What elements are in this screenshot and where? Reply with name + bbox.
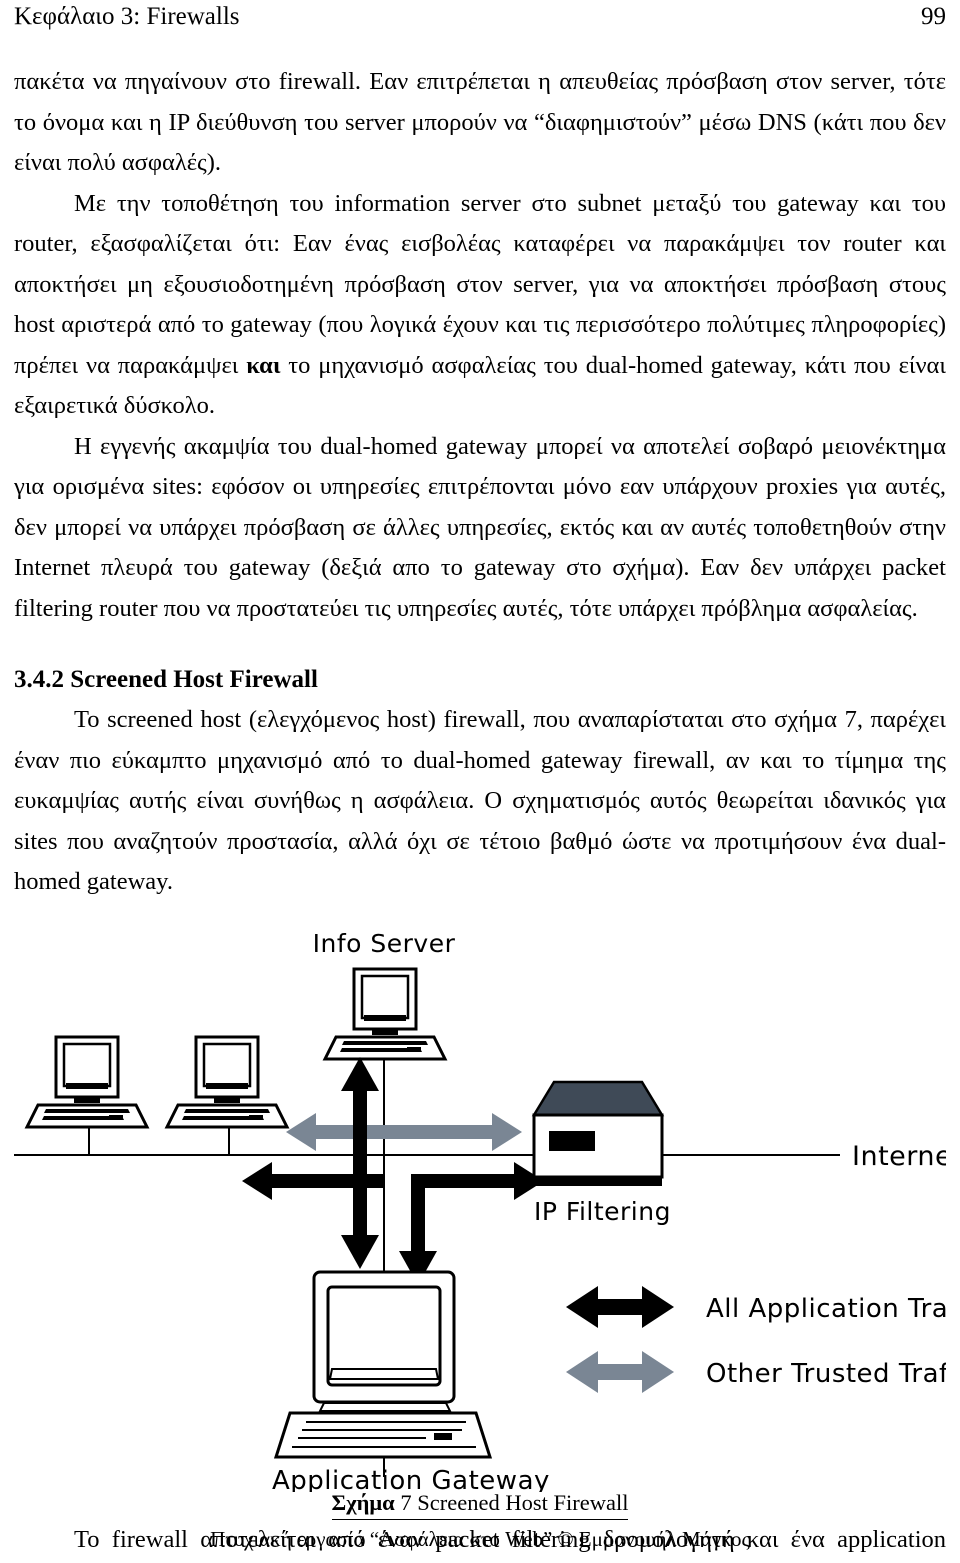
document-body: πακέτα να πηγαίνουν στο firewall. Εαν επ… [14, 62, 946, 1563]
footer-text: Πτυχιακή εργασία “Ασφάλεια στο Web” © Εμ… [210, 1527, 750, 1551]
gray-trusted-traffic-arrow [286, 1112, 522, 1151]
page-footer: Πτυχιακή εργασία “Ασφάλεια στο Web” © Εμ… [0, 1525, 960, 1553]
router-icon [531, 1080, 665, 1186]
workstation-icon-1 [24, 1035, 150, 1155]
paragraph-2-emphasis: και [246, 351, 281, 379]
figure-screened-host-firewall: Info Server IP Filtering Interne Applica… [14, 917, 946, 1492]
paragraph-3: Η εγγενής ακαμψία του dual-homed gateway… [14, 432, 946, 622]
black-elbow-arrow-to-router [399, 1161, 544, 1285]
paragraph-2-part1: Με την τοποθέτηση του information server… [14, 189, 946, 379]
info-server-label: Info Server [313, 929, 456, 958]
paragraph-4: Το screened host (ελεγχόμενος host) fire… [14, 706, 946, 895]
workstation-icon-2 [164, 1035, 290, 1155]
legend-all-application-traffic [566, 1285, 674, 1328]
legend-label-other-trusted-traffic: Other Trusted Traffic [706, 1359, 946, 1389]
application-gateway-label: Application Gateway [272, 1466, 550, 1492]
page-number: 99 [921, 3, 946, 30]
application-gateway-icon [273, 1270, 493, 1458]
paragraph-2: Με την τοποθέτηση του information server… [14, 184, 946, 427]
document-page: Κεφάλαιο 3: Firewalls 99 πακέτα να πηγαί… [0, 0, 960, 1563]
paragraph-1: πακέτα να πηγαίνουν στο firewall. Εαν επ… [14, 68, 946, 176]
figure-caption: Σχήμα 7 Screened Host Firewall [14, 1488, 946, 1520]
running-head: Κεφάλαιο 3: Firewalls 99 [14, 2, 946, 36]
section-heading: 3.4.2 Screened Host Firewall [14, 666, 318, 693]
figure-caption-label: Σχήμα [331, 1489, 395, 1515]
internet-label: Internet [852, 1141, 946, 1172]
black-vertical-double-arrow [341, 1056, 379, 1269]
legend-label-all-application-traffic: All Application Traffic [706, 1294, 946, 1324]
figure-caption-text: 7 Screened Host Firewall [394, 1489, 629, 1515]
chapter-title: Κεφάλαιο 3: Firewalls [14, 3, 240, 30]
legend-other-trusted-traffic [566, 1350, 674, 1393]
ip-filtering-label: IP Filtering [534, 1197, 671, 1226]
